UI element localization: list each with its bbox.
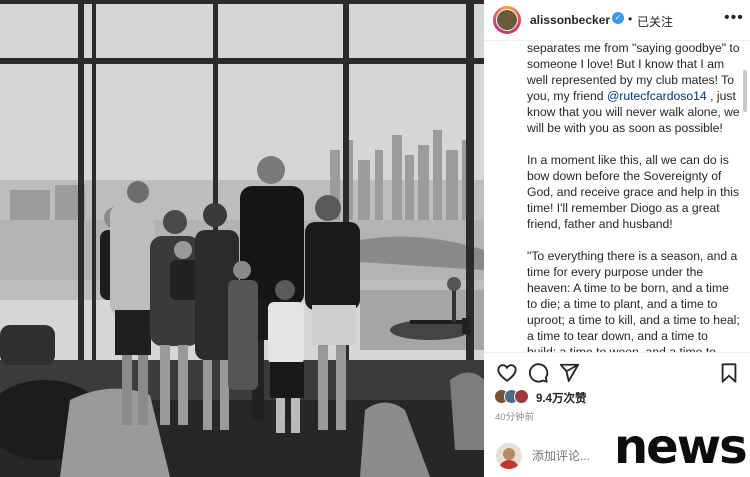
author-username[interactable]: alissonbecker (530, 13, 610, 27)
actions-divider (484, 352, 750, 353)
likes-row[interactable]: 9.4万次赞 (494, 388, 744, 406)
comment-icon[interactable] (527, 362, 549, 384)
caption-paragraph: separates me from "saying goodbye" to so… (527, 41, 740, 135)
post-header: alissonbecker ✓ • 已关注 ••• (484, 0, 750, 41)
post-caption: separates me from "saying goodbye" to so… (527, 40, 740, 352)
verified-badge-icon: ✓ (612, 12, 624, 24)
post-actions (484, 360, 750, 386)
likes-count[interactable]: 9.4万次赞 (536, 390, 587, 406)
follow-status-button[interactable]: 已关注 (637, 13, 673, 30)
heart-icon[interactable] (496, 362, 518, 384)
caption-paragraph: "To everything there is a season, and a … (527, 249, 740, 352)
caption-scrollbar[interactable] (743, 70, 747, 112)
bookmark-icon[interactable] (718, 362, 740, 384)
liker-avatar (514, 389, 529, 404)
caption-paragraph: In a moment like this, all we can do is … (527, 153, 740, 231)
header-separator: • (628, 12, 633, 26)
post-timestamp[interactable]: 40分钟前 (495, 409, 534, 423)
comment-input[interactable] (532, 449, 592, 463)
share-icon[interactable] (558, 362, 580, 384)
instagram-post-view: alissonbecker ✓ • 已关注 ••• separates me f… (0, 0, 750, 477)
group-photo-illustration (0, 0, 484, 477)
current-user-avatar (496, 443, 522, 469)
more-options-button[interactable]: ••• (724, 9, 744, 27)
news-watermark: news (614, 419, 748, 475)
author-avatar[interactable] (493, 6, 521, 34)
post-side-panel: alissonbecker ✓ • 已关注 ••• separates me f… (484, 0, 750, 477)
mention-link[interactable]: @rutecfcardoso14 (607, 89, 707, 103)
post-photo[interactable] (0, 0, 484, 477)
